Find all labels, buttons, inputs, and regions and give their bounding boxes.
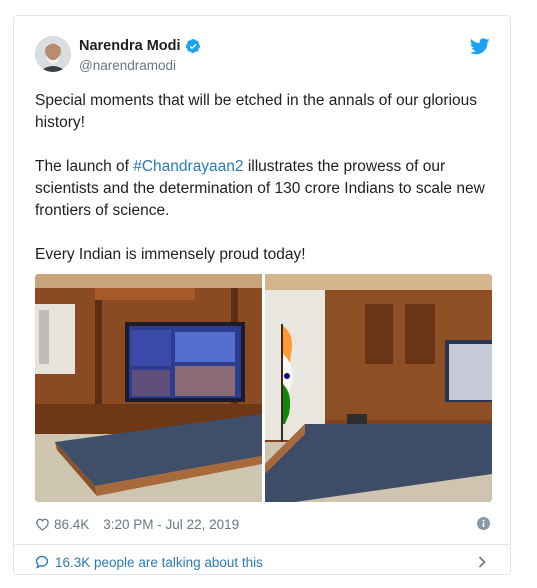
tweet-media — [35, 274, 492, 502]
tweet-timestamp[interactable]: 3:20 PM - Jul 22, 2019 — [103, 517, 239, 532]
tweet-paragraph-2: The launch of #Chandrayaan2 illustrates … — [35, 156, 495, 222]
heart-icon — [36, 518, 49, 531]
tweet-text-before-hashtag: The launch of — [35, 158, 134, 175]
author-name[interactable]: Narendra Modi — [79, 38, 181, 54]
tweet-text: Special moments that will be etched in t… — [35, 90, 495, 288]
avatar[interactable] — [35, 36, 71, 72]
conversation-link[interactable]: 16.3K people are talking about this — [35, 552, 490, 572]
hashtag-link[interactable]: #Chandrayaan2 — [133, 158, 243, 175]
info-icon[interactable] — [477, 517, 490, 530]
author-name-row: Narendra Modi — [79, 38, 201, 54]
like-count: 86.4K — [54, 516, 90, 532]
divider — [14, 544, 510, 545]
verified-badge-icon — [185, 38, 201, 54]
tweet-paragraph-3: Every Indian is immensely proud today! — [35, 246, 306, 263]
conversation-label: 16.3K people are talking about this — [55, 554, 263, 570]
speech-bubble-icon — [35, 555, 49, 569]
tweet-meta: 86.4K 3:20 PM - Jul 22, 2019 — [35, 514, 490, 534]
tweet-paragraph-1: Special moments that will be etched in t… — [35, 92, 477, 131]
author-handle[interactable]: @narendramodi — [79, 58, 176, 73]
chevron-right-icon — [478, 556, 486, 568]
media-photo-left[interactable] — [35, 274, 262, 502]
media-photo-right[interactable] — [265, 274, 492, 502]
tweet-card: Narendra Modi @narendramodi Special mome… — [13, 15, 511, 575]
like-action[interactable]: 86.4K — [35, 517, 89, 532]
tweet-header: Narendra Modi @narendramodi — [35, 36, 490, 80]
twitter-bird-icon[interactable] — [469, 38, 490, 55]
avatar-image — [35, 36, 71, 72]
